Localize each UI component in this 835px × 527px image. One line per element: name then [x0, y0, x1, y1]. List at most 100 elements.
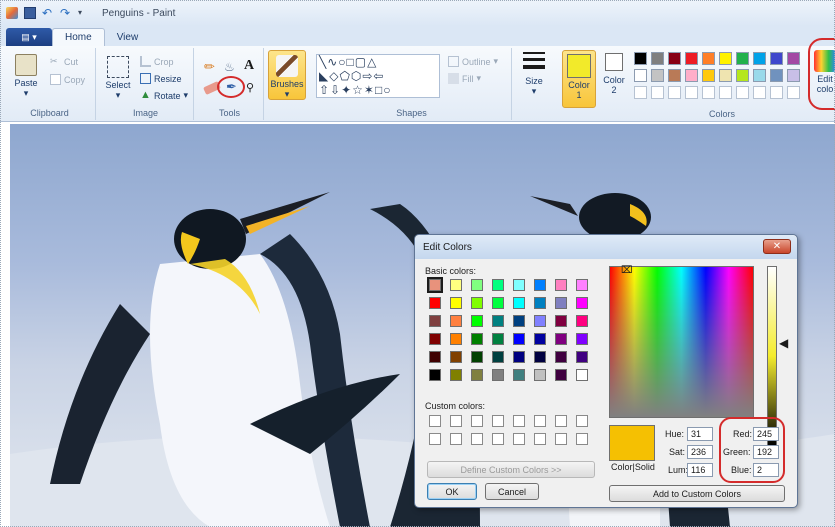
fill-bucket-icon[interactable]: ♨	[224, 60, 238, 74]
basic-color-swatch[interactable]	[513, 315, 525, 327]
basic-color-swatch[interactable]	[429, 297, 441, 309]
basic-color-swatch[interactable]	[555, 369, 567, 381]
basic-color-swatch[interactable]	[555, 351, 567, 363]
save-icon[interactable]	[24, 7, 36, 19]
basic-color-swatch[interactable]	[513, 351, 525, 363]
customize-quick-access-icon[interactable]: ▾	[78, 7, 90, 19]
basic-color-swatch[interactable]	[513, 333, 525, 345]
basic-color-swatch[interactable]	[534, 297, 546, 309]
palette-color-swatch[interactable]	[787, 52, 800, 65]
basic-color-swatch[interactable]	[513, 279, 525, 291]
basic-color-swatch[interactable]	[534, 279, 546, 291]
paint-menu-button[interactable]: ▤ ▾	[6, 28, 52, 46]
magnifier-icon[interactable]: ⚲	[246, 82, 258, 94]
palette-color-swatch[interactable]	[651, 52, 664, 65]
tab-view[interactable]: View	[105, 28, 151, 46]
empty-palette-swatch[interactable]	[651, 86, 664, 99]
basic-color-swatch[interactable]	[513, 369, 525, 381]
brushes-button[interactable]: Brushes ▾	[268, 50, 306, 100]
custom-color-swatch[interactable]	[429, 415, 441, 427]
custom-color-swatch[interactable]	[471, 433, 483, 445]
custom-color-swatch[interactable]	[450, 433, 462, 445]
palette-color-swatch[interactable]	[668, 69, 681, 82]
palette-color-swatch[interactable]	[702, 52, 715, 65]
basic-color-swatch[interactable]	[471, 333, 483, 345]
palette-color-swatch[interactable]	[753, 69, 766, 82]
palette-color-swatch[interactable]	[719, 69, 732, 82]
basic-color-swatch[interactable]	[429, 369, 441, 381]
copy-button[interactable]: Copy	[50, 74, 85, 85]
tab-home[interactable]: Home	[52, 28, 105, 46]
text-tool-icon[interactable]: A	[244, 58, 254, 74]
basic-color-swatch[interactable]	[427, 277, 443, 293]
slider-arrow-icon[interactable]: ◀	[779, 336, 788, 350]
palette-color-swatch[interactable]	[634, 52, 647, 65]
crop-button[interactable]: Crop	[140, 56, 174, 67]
cancel-button[interactable]: Cancel	[485, 483, 539, 500]
palette-color-swatch[interactable]	[753, 52, 766, 65]
undo-icon[interactable]: ↶	[42, 7, 54, 19]
paste-button[interactable]: Paste ▾	[10, 54, 42, 99]
basic-color-swatch[interactable]	[576, 279, 588, 291]
custom-color-swatch[interactable]	[555, 433, 567, 445]
custom-color-swatch[interactable]	[492, 415, 504, 427]
empty-palette-swatch[interactable]	[753, 86, 766, 99]
ok-button[interactable]: OK	[427, 483, 477, 500]
empty-palette-swatch[interactable]	[634, 86, 647, 99]
basic-color-swatch[interactable]	[429, 315, 441, 327]
empty-palette-swatch[interactable]	[736, 86, 749, 99]
custom-color-swatch[interactable]	[576, 433, 588, 445]
redo-icon[interactable]: ↷	[60, 7, 72, 19]
basic-color-swatch[interactable]	[450, 315, 462, 327]
basic-color-swatch[interactable]	[429, 351, 441, 363]
basic-color-swatch[interactable]	[450, 351, 462, 363]
outline-button[interactable]: Outline ▾	[448, 56, 498, 67]
basic-color-swatch[interactable]	[429, 333, 441, 345]
palette-color-swatch[interactable]	[719, 52, 732, 65]
basic-color-swatch[interactable]	[555, 315, 567, 327]
basic-color-swatch[interactable]	[576, 315, 588, 327]
empty-palette-swatch[interactable]	[668, 86, 681, 99]
color2-button[interactable]: Color 2	[598, 53, 630, 95]
pencil-icon[interactable]: ✏	[204, 60, 218, 74]
custom-color-swatch[interactable]	[471, 415, 483, 427]
custom-color-swatch[interactable]	[534, 415, 546, 427]
empty-palette-swatch[interactable]	[787, 86, 800, 99]
color1-button[interactable]: Color 1	[562, 50, 596, 108]
basic-color-swatch[interactable]	[534, 369, 546, 381]
custom-color-swatch[interactable]	[513, 415, 525, 427]
basic-color-swatch[interactable]	[471, 297, 483, 309]
palette-color-swatch[interactable]	[685, 69, 698, 82]
empty-palette-swatch[interactable]	[685, 86, 698, 99]
palette-color-swatch[interactable]	[668, 52, 681, 65]
basic-color-swatch[interactable]	[450, 297, 462, 309]
basic-color-swatch[interactable]	[450, 279, 462, 291]
palette-color-swatch[interactable]	[787, 69, 800, 82]
size-button[interactable]: Size ▾	[518, 52, 550, 97]
custom-color-swatch[interactable]	[534, 433, 546, 445]
cut-button[interactable]: ✂ Cut	[50, 56, 78, 67]
rotate-button[interactable]: ▲ Rotate ▾	[140, 90, 188, 101]
basic-color-swatch[interactable]	[492, 333, 504, 345]
basic-color-swatch[interactable]	[513, 297, 525, 309]
basic-color-swatch[interactable]	[576, 369, 588, 381]
add-to-custom-colors-button[interactable]: Add to Custom Colors	[609, 485, 785, 502]
basic-color-swatch[interactable]	[576, 351, 588, 363]
basic-color-swatch[interactable]	[471, 315, 483, 327]
palette-color-swatch[interactable]	[634, 69, 647, 82]
lum-field[interactable]: 116	[687, 463, 713, 477]
basic-color-swatch[interactable]	[555, 279, 567, 291]
close-dialog-button[interactable]: ✕	[763, 239, 791, 254]
palette-color-swatch[interactable]	[651, 69, 664, 82]
basic-color-swatch[interactable]	[492, 297, 504, 309]
palette-color-swatch[interactable]	[770, 52, 783, 65]
palette-color-swatch[interactable]	[685, 52, 698, 65]
custom-color-swatch[interactable]	[513, 433, 525, 445]
basic-color-swatch[interactable]	[534, 351, 546, 363]
basic-color-swatch[interactable]	[450, 333, 462, 345]
basic-color-swatch[interactable]	[492, 279, 504, 291]
empty-palette-swatch[interactable]	[719, 86, 732, 99]
basic-color-swatch[interactable]	[576, 297, 588, 309]
custom-color-swatch[interactable]	[429, 433, 441, 445]
basic-color-swatch[interactable]	[534, 333, 546, 345]
